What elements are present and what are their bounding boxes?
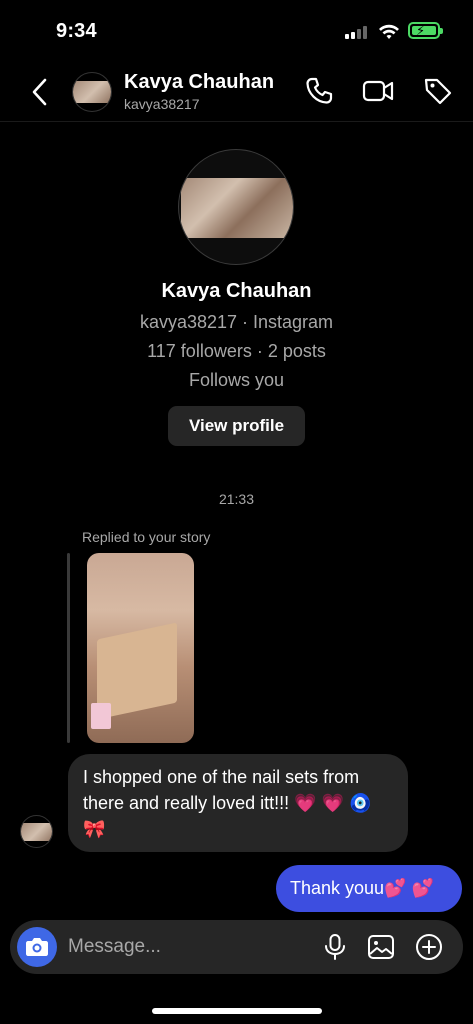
camera-button[interactable] — [17, 927, 57, 967]
back-arrow-icon[interactable] — [26, 76, 54, 108]
outgoing-message[interactable]: Thank youu💕 💕 — [276, 865, 462, 912]
message-composer — [10, 920, 463, 974]
status-time: 9:34 — [56, 20, 97, 42]
chat-header: Kavya Chauhan kavya38217 — [0, 62, 473, 122]
message-timestamp: 21:33 — [218, 491, 255, 507]
contact-name[interactable]: Kavya Chauhan — [124, 71, 274, 94]
profile-stats: 117 followers · 2 posts — [147, 341, 326, 361]
home-indicator — [152, 1008, 322, 1014]
add-plus-icon[interactable] — [415, 933, 443, 961]
microphone-icon[interactable] — [321, 933, 349, 961]
story-reply-label: Replied to your story — [82, 529, 211, 545]
profile-username-line: kavya38217 · Instagram — [139, 312, 334, 332]
profile-avatar[interactable] — [178, 149, 294, 265]
cellular-signal-icon — [345, 26, 369, 39]
status-bar: 9:34 ⚡ — [0, 0, 473, 62]
reply-indicator-bar — [67, 553, 70, 743]
story-thumbnail[interactable] — [87, 553, 194, 743]
message-input[interactable] — [68, 920, 308, 974]
follows-you-label: Follows you — [188, 370, 285, 390]
video-call-icon[interactable] — [362, 75, 394, 107]
battery-icon: ⚡ — [408, 22, 443, 39]
phone-call-icon[interactable] — [303, 75, 335, 107]
camera-icon — [26, 938, 48, 956]
profile-name: Kavya Chauhan — [161, 280, 312, 302]
wifi-icon — [379, 24, 399, 39]
tag-icon[interactable] — [422, 75, 454, 107]
incoming-message[interactable]: I shopped one of the nail sets from ther… — [68, 754, 408, 852]
gallery-icon[interactable] — [367, 933, 395, 961]
avatar[interactable] — [72, 72, 112, 112]
contact-username[interactable]: kavya38217 — [124, 96, 200, 112]
view-profile-button[interactable]: View profile — [168, 406, 305, 446]
sender-avatar[interactable] — [20, 815, 53, 848]
